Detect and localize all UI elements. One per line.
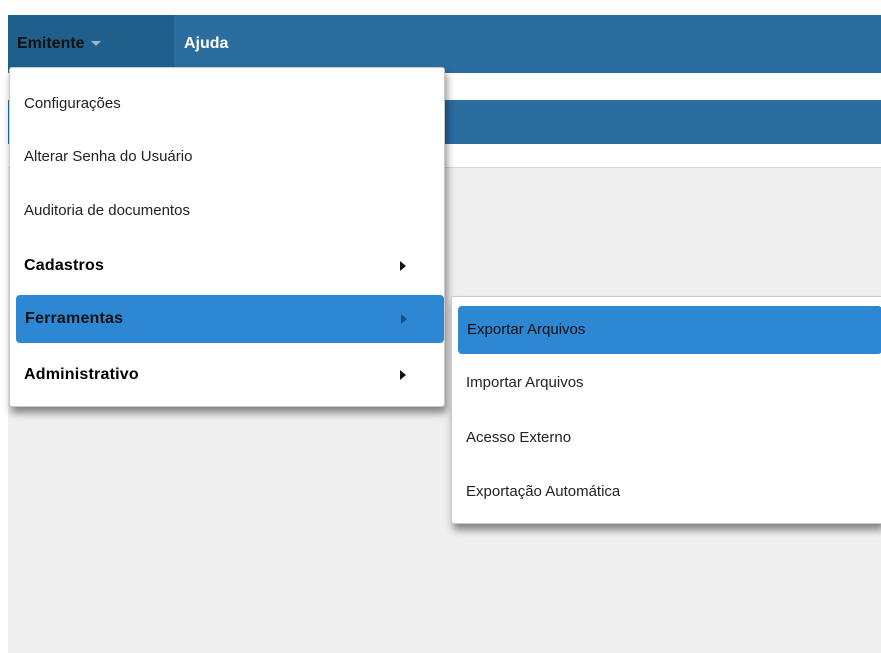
menu-item-alterar-senha[interactable]: Alterar Senha do Usuário [10, 134, 444, 179]
menu-item-administrativo[interactable]: Administrativo [10, 352, 444, 397]
nav-emitente[interactable]: Emitente [8, 15, 174, 73]
menu-item-administrativo-label: Administrativo [24, 366, 139, 383]
menu-item-ferramentas[interactable]: Ferramentas [16, 295, 444, 343]
nav-ajuda[interactable]: Ajuda [184, 15, 228, 73]
top-nav-bar: Emitente Ajuda [8, 15, 881, 73]
nav-emitente-label: Emitente [17, 35, 85, 52]
submenu-item-acesso-externo[interactable]: Acesso Externo [452, 415, 881, 460]
menu-item-cadastros[interactable]: Cadastros [10, 243, 444, 288]
menu-item-cadastros-label: Cadastros [24, 257, 105, 274]
chevron-right-icon [401, 314, 407, 324]
ferramentas-submenu: Exportar Arquivos Importar Arquivos Aces… [451, 296, 881, 524]
submenu-item-exportacao-automatica[interactable]: Exportação Automática [452, 469, 881, 514]
chevron-right-icon [400, 261, 406, 271]
caret-down-icon [90, 41, 101, 47]
menu-item-auditoria[interactable]: Auditoria de documentos [10, 188, 444, 233]
menu-item-ferramentas-label: Ferramentas [25, 310, 124, 327]
emitente-dropdown-menu: Configurações Alterar Senha do Usuário A… [9, 67, 445, 407]
menu-item-configuracoes[interactable]: Configurações [10, 81, 444, 126]
chevron-right-icon [400, 370, 406, 380]
submenu-item-importar-arquivos[interactable]: Importar Arquivos [452, 360, 881, 405]
submenu-item-exportar-arquivos[interactable]: Exportar Arquivos [458, 306, 881, 354]
